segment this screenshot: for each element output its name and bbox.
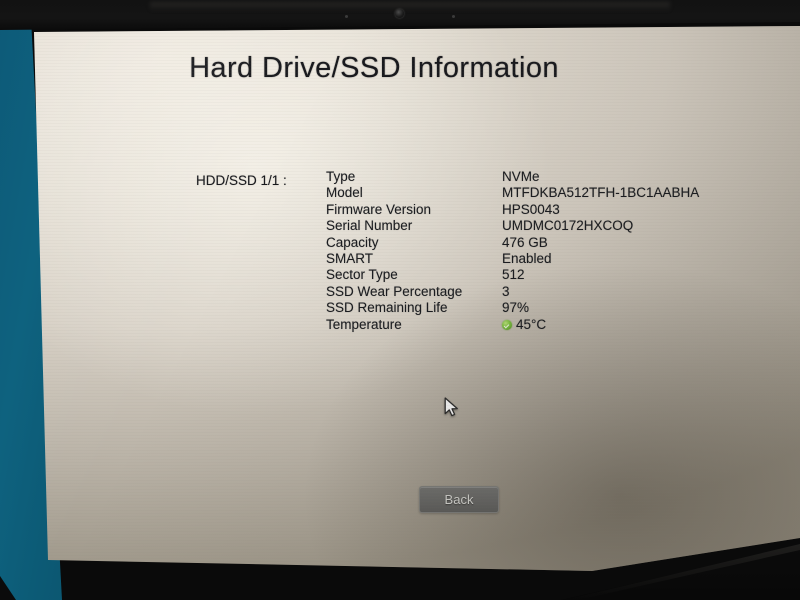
info-row-model: Model MTFDKBA512TFH-1BC1AABHA [326,185,699,201]
bezel-sheen [150,2,670,11]
info-row-sector-type: Sector Type 512 [326,267,699,283]
info-row-temperature: Temperature 45°C [326,317,699,333]
info-row-smart: SMART Enabled [326,251,699,267]
info-row-type: Type NVMe [326,169,699,185]
info-row-firmware-version: Firmware Version HPS0043 [326,202,699,218]
info-label: Firmware Version [326,201,432,217]
info-label: Capacity [326,234,379,250]
mouse-arrow-cursor [444,397,458,417]
info-row-serial-number: Serial Number UMDMC0172HXCOQ [326,218,699,234]
info-value: Enabled [502,250,552,266]
info-value: HPS0043 [502,201,560,217]
info-value: UMDMC0172HXCOQ [502,218,634,234]
info-row-ssd-wear-percentage: SSD Wear Percentage 3 [326,284,699,300]
info-value: MTFDKBA512TFH-1BC1AABHA [502,185,700,201]
webcam-lens-icon [395,9,404,18]
page-title: Hard Drive/SSD Information [189,52,559,84]
info-label: SMART [326,250,374,266]
info-value-group: 45°C [502,317,546,333]
info-row-capacity: Capacity 476 GB [326,235,699,251]
info-value: 512 [502,267,525,283]
info-row-ssd-remaining-life: SSD Remaining Life 97% [326,300,699,316]
info-label: SSD Wear Percentage [326,283,463,299]
info-value: 3 [502,283,510,299]
laptop-screen: Hard Drive/SSD Information HDD/SSD 1/1 :… [34,26,800,571]
info-label: SSD Remaining Life [326,300,448,316]
info-value: 45°C [516,316,547,332]
green-check-circle-icon [502,319,512,330]
photo-of-laptop-screen: Hard Drive/SSD Information HDD/SSD 1/1 :… [0,0,800,600]
bios-hdd-info-page: Hard Drive/SSD Information HDD/SSD 1/1 :… [34,26,800,571]
webcam-indicator-dot [345,15,348,18]
hdd-group-label: HDD/SSD 1/1 : [196,173,287,188]
back-button[interactable]: Back [419,486,499,513]
info-label: Type [326,169,356,184]
info-label: Model [326,185,363,201]
info-label: Temperature [326,316,402,332]
info-value: 97% [502,300,530,316]
webcam-mic-dot [452,15,455,18]
info-value: NVMe [502,169,540,184]
hdd-info-rows: Type NVMe Model MTFDKBA512TFH-1BC1AABHA … [326,169,699,333]
info-label: Sector Type [326,267,398,283]
info-value: 476 GB [502,234,548,250]
info-label: Serial Number [326,218,413,234]
